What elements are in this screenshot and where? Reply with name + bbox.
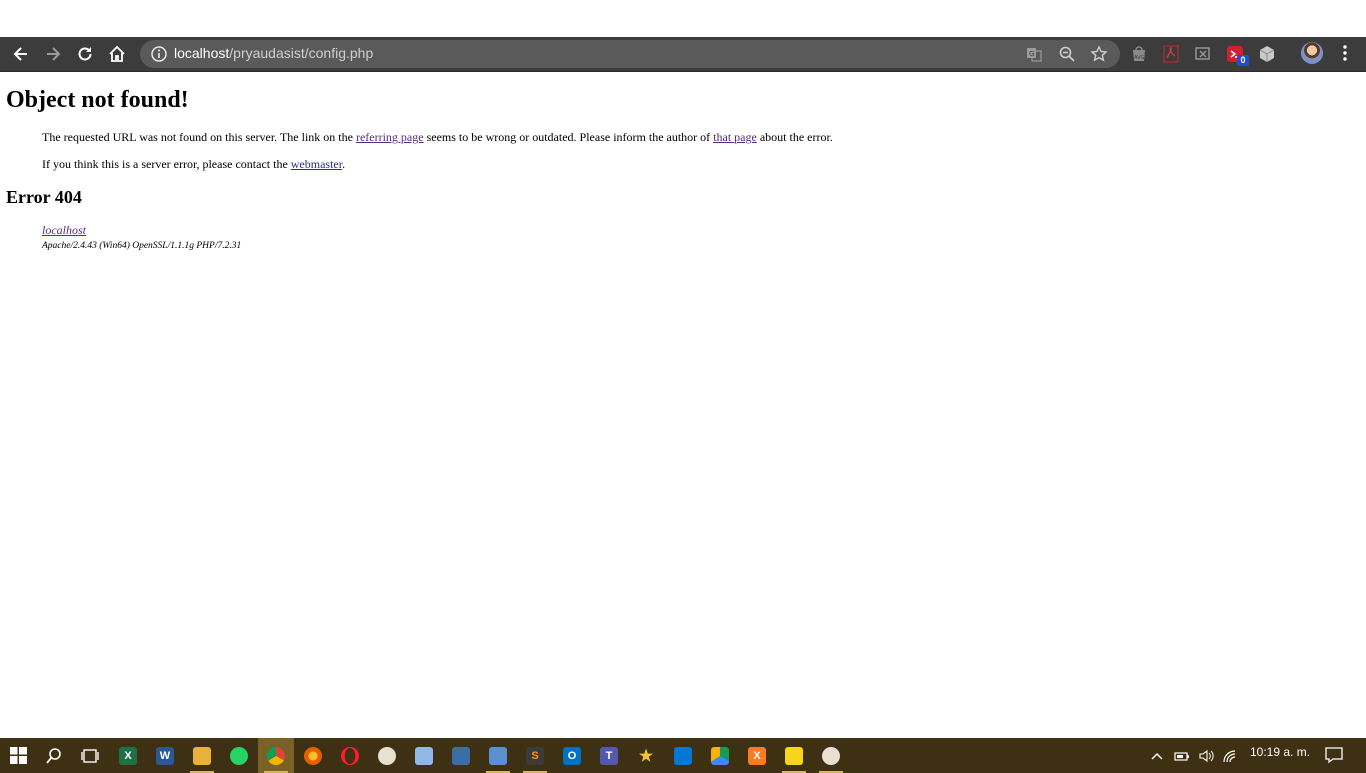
forward-button[interactable] xyxy=(40,41,66,67)
url-host: localhost xyxy=(174,45,230,61)
volume-icon[interactable] xyxy=(1198,749,1214,763)
server-error-text-1: If you think this is a server error, ple… xyxy=(42,157,291,171)
back-button[interactable] xyxy=(8,41,34,67)
taskbar-paint[interactable] xyxy=(369,738,405,773)
search-icon xyxy=(46,747,61,764)
taskbar-sublime[interactable]: S xyxy=(517,738,553,773)
start-button[interactable] xyxy=(0,738,36,773)
cube-icon xyxy=(489,746,507,765)
screen-capture-extension-icon[interactable] xyxy=(1193,44,1213,64)
reload-button[interactable] xyxy=(72,41,98,67)
windows-taskbar: X W S O T ★ X xyxy=(0,738,1366,773)
localhost-link[interactable]: localhost xyxy=(42,223,86,237)
app-blue-icon xyxy=(452,746,470,765)
error-description: The requested URL was not found on this … xyxy=(6,129,1346,145)
taskbar-paint-3d[interactable] xyxy=(813,738,849,773)
browser-toolbar: localhost/pryaudasist/config.php G AVG xyxy=(0,37,1366,72)
taskbar-outlook[interactable]: O xyxy=(554,738,590,773)
taskbar-file-explorer[interactable] xyxy=(184,738,220,773)
word-icon: W xyxy=(156,746,174,765)
page-content: Object not found! The requested URL was … xyxy=(6,86,1346,251)
task-view-button[interactable] xyxy=(72,738,108,773)
outlook-icon: O xyxy=(563,746,581,765)
server-signature: Apache/2.4.43 (Win64) OpenSSL/1.1.1g PHP… xyxy=(42,241,242,251)
taskbar-xampp[interactable]: X xyxy=(739,738,775,773)
taskbar-vscode[interactable] xyxy=(665,738,701,773)
server-error-note: If you think this is a server error, ple… xyxy=(6,156,1346,172)
address-bar[interactable]: localhost/pryaudasist/config.php G xyxy=(140,40,1120,68)
paint-icon xyxy=(378,746,396,765)
home-button[interactable] xyxy=(104,41,130,67)
vscode-icon xyxy=(674,746,692,765)
error-description-text-2: seems to be wrong or outdated. Please in… xyxy=(423,130,714,144)
referring-page-link[interactable]: referring page xyxy=(356,130,424,144)
taskbar-clock[interactable]: 10:19 a. m. xyxy=(1250,745,1310,759)
taskbar-chrome[interactable] xyxy=(258,738,294,773)
url-text[interactable]: localhost/pryaudasist/config.php xyxy=(174,45,373,61)
webmaster-link[interactable]: webmaster xyxy=(291,157,342,171)
extension-badge-count: 0 xyxy=(1237,55,1249,66)
svg-text:AVG: AVG xyxy=(1134,55,1145,61)
avg-extension-icon[interactable]: AVG xyxy=(1129,44,1149,64)
xampp-icon: X xyxy=(748,746,766,765)
info-icon[interactable] xyxy=(150,45,168,63)
taskbar-app-blue[interactable] xyxy=(443,738,479,773)
notepad-icon xyxy=(415,746,433,765)
firefox-icon xyxy=(304,746,322,765)
drive-icon xyxy=(711,746,729,765)
taskbar-word[interactable]: W xyxy=(147,738,183,773)
window-top-strip xyxy=(0,0,1366,37)
home-icon xyxy=(109,45,125,62)
url-path: /pryaudasist/config.php xyxy=(229,45,374,61)
sticky-notes-icon xyxy=(785,746,803,765)
excel-icon: X xyxy=(119,746,137,765)
star-app-icon: ★ xyxy=(638,747,654,765)
notification-icon[interactable] xyxy=(1325,746,1343,764)
chrome-icon xyxy=(267,746,285,765)
palette-icon xyxy=(822,746,840,765)
taskbar-whatsapp[interactable] xyxy=(221,738,257,773)
server-error-text-2: . xyxy=(342,157,346,171)
taskbar-excel[interactable]: X xyxy=(110,738,146,773)
translate-icon[interactable]: G xyxy=(1025,45,1043,63)
reload-icon xyxy=(78,47,92,61)
opera-icon xyxy=(341,746,359,765)
folder-icon xyxy=(193,746,211,765)
cube-extension-icon[interactable] xyxy=(1257,44,1277,64)
wifi-icon[interactable] xyxy=(1222,749,1238,763)
server-address: localhost Apache/2.4.43 (Win64) OpenSSL/… xyxy=(6,221,1346,251)
profile-avatar[interactable] xyxy=(1301,42,1323,64)
battery-icon[interactable] xyxy=(1174,749,1190,763)
error-description-text-3: about the error. xyxy=(756,130,833,144)
taskbar-virtualbox[interactable] xyxy=(480,738,516,773)
page-title: Object not found! xyxy=(6,87,189,113)
error-code-heading: Error 404 xyxy=(6,187,82,207)
taskbar-notepad[interactable] xyxy=(406,738,442,773)
that-page-link[interactable]: that page xyxy=(713,130,757,144)
windows-logo-icon xyxy=(9,747,27,764)
taskbar-google-drive[interactable] xyxy=(702,738,738,773)
search-button[interactable] xyxy=(36,738,72,773)
whatsapp-icon xyxy=(230,746,248,765)
error-description-text-1: The requested URL was not found on this … xyxy=(42,130,356,144)
task-view-icon xyxy=(81,748,99,763)
teams-icon: T xyxy=(600,746,618,765)
taskbar-teams[interactable]: T xyxy=(591,738,627,773)
more-menu-icon[interactable] xyxy=(1338,43,1352,63)
sublime-icon: S xyxy=(526,746,544,765)
taskbar-firefox[interactable] xyxy=(295,738,331,773)
arrow-right-icon xyxy=(47,47,61,61)
star-icon[interactable] xyxy=(1090,45,1108,63)
taskbar-star-app[interactable]: ★ xyxy=(628,738,664,773)
arrow-left-icon xyxy=(13,47,27,61)
zoom-icon[interactable] xyxy=(1058,45,1076,63)
taskbar-sticky-notes[interactable] xyxy=(776,738,812,773)
svg-text:G: G xyxy=(1029,50,1034,58)
taskbar-opera[interactable] xyxy=(332,738,368,773)
pdf-extension-icon[interactable] xyxy=(1161,44,1181,64)
chevron-up-icon[interactable] xyxy=(1150,749,1164,763)
system-tray xyxy=(1150,738,1238,773)
